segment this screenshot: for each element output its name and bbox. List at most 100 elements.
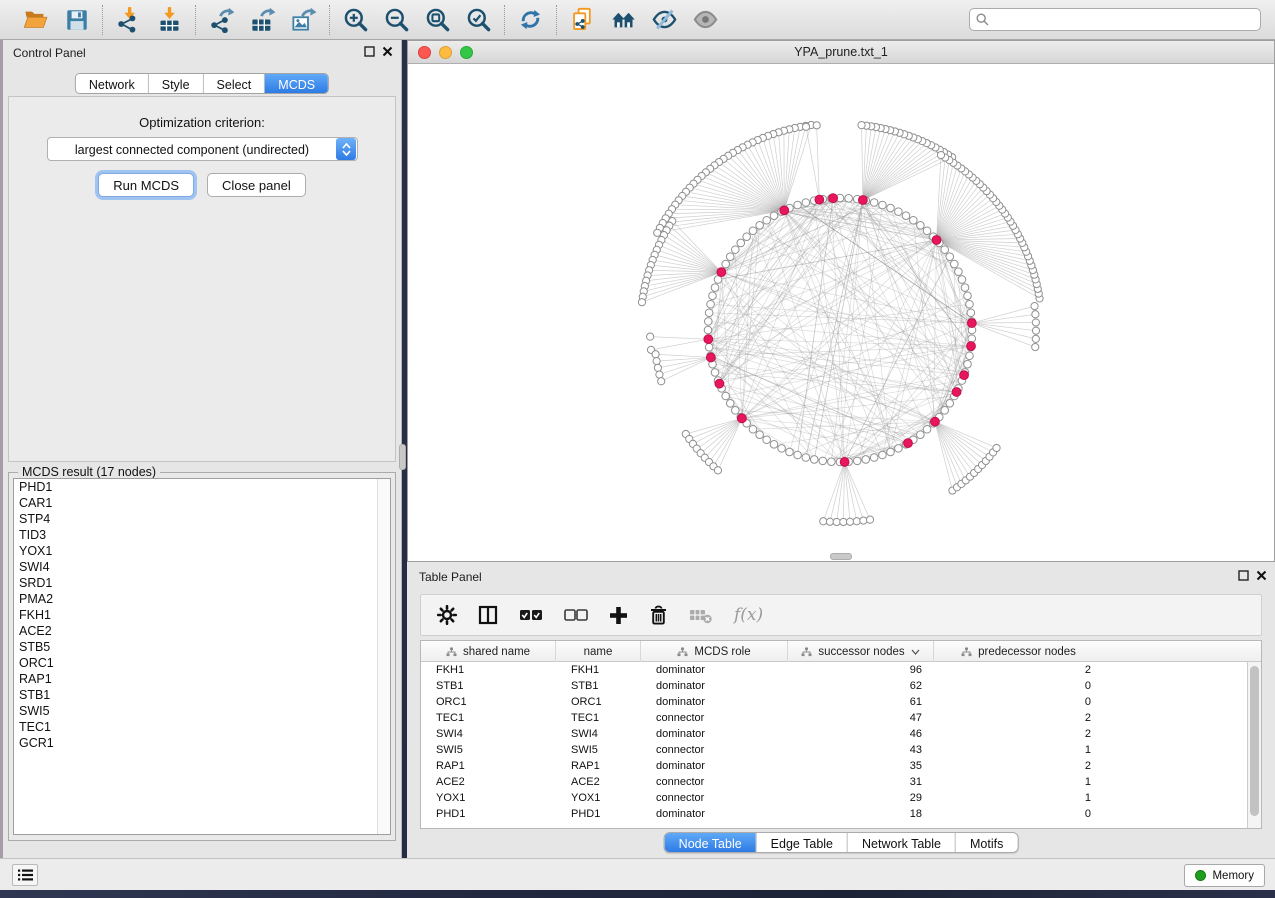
leaf-node[interactable] <box>846 518 853 525</box>
mcds-result-item[interactable]: SWI4 <box>14 559 390 575</box>
duplicate-network-icon[interactable] <box>569 6 596 33</box>
mcds-hub-node[interactable] <box>829 194 838 203</box>
ring-node[interactable] <box>704 326 712 334</box>
leaf-node[interactable] <box>802 123 809 130</box>
table-settings-gear-icon[interactable] <box>437 605 457 625</box>
export-image-icon[interactable] <box>290 6 317 33</box>
criterion-select[interactable]: largest connected component (undirected) <box>47 137 358 161</box>
leaf-node[interactable] <box>647 333 654 340</box>
ring-node[interactable] <box>951 260 959 268</box>
import-table-icon[interactable] <box>156 6 183 33</box>
table-scrollbar-thumb[interactable] <box>1250 666 1259 816</box>
ring-node[interactable] <box>763 216 771 224</box>
mcds-hub-node[interactable] <box>904 439 913 448</box>
tab-style[interactable]: Style <box>149 74 204 93</box>
ring-node[interactable] <box>749 227 757 235</box>
ring-node[interactable] <box>711 284 719 292</box>
leaf-node[interactable] <box>653 357 660 364</box>
leaf-node[interactable] <box>840 518 847 525</box>
ring-node[interactable] <box>967 309 975 317</box>
zoom-out-icon[interactable] <box>383 6 410 33</box>
leaf-node[interactable] <box>638 299 645 306</box>
ring-node[interactable] <box>705 309 713 317</box>
mcds-result-item[interactable]: SRD1 <box>14 575 390 591</box>
ring-node[interactable] <box>722 392 730 400</box>
ring-node[interactable] <box>722 260 730 268</box>
mcds-result-item[interactable]: GCR1 <box>14 735 390 751</box>
ring-node[interactable] <box>879 201 887 209</box>
vertical-splitter-handle[interactable] <box>399 444 406 470</box>
ring-node[interactable] <box>870 199 878 207</box>
ring-node[interactable] <box>705 343 713 351</box>
ring-node[interactable] <box>786 448 794 456</box>
mcds-result-item[interactable]: STB5 <box>14 639 390 655</box>
memory-button[interactable]: Memory <box>1184 864 1265 887</box>
mcds-result-item[interactable]: STB1 <box>14 687 390 703</box>
ring-node[interactable] <box>910 216 918 224</box>
ring-node[interactable] <box>731 407 739 415</box>
leaf-node[interactable] <box>993 444 1000 451</box>
leaf-node[interactable] <box>654 229 661 236</box>
mcds-hub-node[interactable] <box>840 458 849 467</box>
deselect-all-checkboxes-icon[interactable] <box>564 607 588 623</box>
ring-node[interactable] <box>862 456 870 464</box>
leaf-node[interactable] <box>858 122 865 129</box>
close-panel-button[interactable]: Close panel <box>207 173 306 197</box>
leaf-node[interactable] <box>1032 319 1039 326</box>
import-network-icon[interactable] <box>115 6 142 33</box>
ring-node[interactable] <box>737 239 745 247</box>
mcds-hub-node[interactable] <box>931 417 940 426</box>
network-canvas[interactable] <box>408 64 1274 561</box>
mcds-hub-node[interactable] <box>952 388 961 397</box>
ring-node[interactable] <box>941 246 949 254</box>
mcds-result-item[interactable]: SWI5 <box>14 703 390 719</box>
mcds-result-item[interactable]: TID3 <box>14 527 390 543</box>
mcds-result-item[interactable]: PMA2 <box>14 591 390 607</box>
tab-motifs[interactable]: Motifs <box>956 833 1017 852</box>
ring-node[interactable] <box>955 268 963 276</box>
ring-node[interactable] <box>964 360 972 368</box>
mcds-result-item[interactable]: ACE2 <box>14 623 390 639</box>
mcds-result-item[interactable]: CAR1 <box>14 495 390 511</box>
tab-network[interactable]: Network <box>76 74 149 93</box>
ring-node[interactable] <box>964 292 972 300</box>
leaf-node[interactable] <box>1031 303 1038 310</box>
ring-node[interactable] <box>711 369 719 377</box>
add-column-plus-icon[interactable] <box>609 606 628 625</box>
show-columns-icon[interactable] <box>478 605 498 625</box>
tab-select[interactable]: Select <box>204 74 266 93</box>
mcds-hub-node[interactable] <box>967 319 976 328</box>
ring-node[interactable] <box>802 454 810 462</box>
table-row[interactable]: YOX1YOX1connector291 <box>421 790 1261 806</box>
run-mcds-button[interactable]: Run MCDS <box>98 173 194 197</box>
ring-node[interactable] <box>941 407 949 415</box>
ring-node[interactable] <box>887 204 895 212</box>
mcds-hub-node[interactable] <box>706 353 715 362</box>
task-history-button[interactable] <box>12 864 38 886</box>
ring-node[interactable] <box>704 318 712 326</box>
leaf-node[interactable] <box>1032 327 1039 334</box>
mcds-hub-node[interactable] <box>815 195 824 204</box>
table-row[interactable]: RAP1RAP1dominator352 <box>421 758 1261 774</box>
leaf-node[interactable] <box>1032 343 1039 350</box>
export-network-icon[interactable] <box>208 6 235 33</box>
close-panel-icon[interactable] <box>382 46 393 57</box>
ring-node[interactable] <box>731 246 739 254</box>
zoom-fit-icon[interactable] <box>424 6 451 33</box>
tab-node-table[interactable]: Node Table <box>665 833 757 852</box>
show-all-eye-icon[interactable] <box>692 6 719 33</box>
leaf-node[interactable] <box>813 122 820 129</box>
leaf-node[interactable] <box>656 371 663 378</box>
close-panel-icon[interactable] <box>1256 570 1267 581</box>
save-icon[interactable] <box>63 6 90 33</box>
mcds-result-item[interactable]: ORC1 <box>14 655 390 671</box>
ring-node[interactable] <box>917 221 925 229</box>
column-header-name[interactable]: name <box>556 641 641 662</box>
ring-node[interactable] <box>770 212 778 220</box>
export-table-icon[interactable] <box>249 6 276 33</box>
leaf-node[interactable] <box>860 517 867 524</box>
column-header-predecessor-nodes[interactable]: predecessor nodes <box>934 641 1103 662</box>
zoom-selected-icon[interactable] <box>465 6 492 33</box>
ring-node[interactable] <box>810 456 818 464</box>
ring-node[interactable] <box>946 253 954 261</box>
